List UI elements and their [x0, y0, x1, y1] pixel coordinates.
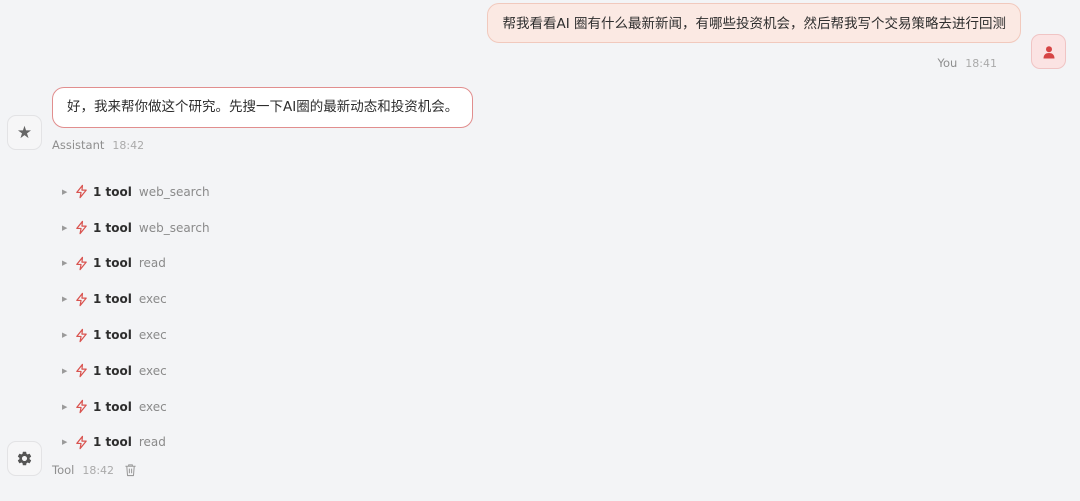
expand-caret-icon[interactable]: ▶ [62, 367, 74, 375]
lightning-icon [76, 364, 87, 378]
tool-call-row[interactable]: ▶ 1 tool read [62, 425, 210, 461]
user-author: You [937, 56, 958, 70]
lightning-icon [76, 292, 87, 306]
tool-call-row[interactable]: ▶ 1 tool read [62, 246, 210, 282]
expand-caret-icon[interactable]: ▶ [62, 331, 74, 339]
tool-call-list: ▶ 1 tool web_search ▶ 1 tool web_search … [62, 174, 210, 460]
tool-message-meta: Tool 18:42 [52, 463, 137, 477]
tool-avatar [7, 441, 42, 476]
lightning-icon [76, 220, 87, 235]
expand-caret-icon[interactable]: ▶ [62, 259, 74, 267]
lightning-icon [76, 185, 87, 199]
expand-caret-icon[interactable]: ▶ [62, 438, 74, 446]
tool-name: exec [138, 292, 167, 307]
tool-author: Tool [52, 463, 75, 477]
tool-count: 1 tool [93, 256, 132, 271]
assistant-avatar: ★ [7, 115, 42, 150]
tool-count: 1 tool [93, 363, 132, 378]
tool-call-row[interactable]: ▶ 1 tool exec [62, 389, 210, 425]
tool-call-row[interactable]: ▶ 1 tool web_search [62, 210, 210, 246]
tool-count: 1 tool [93, 435, 132, 450]
tool-name: web_search [138, 220, 210, 235]
expand-caret-icon[interactable]: ▶ [62, 188, 74, 196]
tool-call-row[interactable]: ▶ 1 tool exec [62, 317, 210, 353]
user-timestamp: 18:41 [965, 57, 997, 70]
tool-call-row[interactable]: ▶ 1 tool exec [62, 353, 210, 389]
tool-name: read [138, 256, 166, 271]
user-message-text: 帮我看看AI 圈有什么最新新闻，有哪些投资机会，然后帮我写个交易策略去进行回测 [502, 16, 1006, 32]
lightning-icon [76, 399, 87, 414]
tool-name: exec [138, 399, 167, 414]
tool-call-row[interactable]: ▶ 1 tool web_search [62, 174, 210, 210]
lightning-icon [76, 328, 87, 342]
assistant-message-meta: Assistant 18:42 [52, 138, 144, 152]
user-message-bubble: 帮我看看AI 圈有什么最新新闻，有哪些投资机会，然后帮我写个交易策略去进行回测 [487, 3, 1021, 43]
tool-count: 1 tool [93, 184, 132, 199]
tool-name: read [138, 435, 166, 450]
user-avatar [1031, 34, 1066, 69]
tool-name: web_search [138, 184, 210, 199]
user-icon [1043, 45, 1054, 58]
tool-name: exec [138, 328, 167, 343]
star-icon: ★ [16, 122, 33, 143]
assistant-message-text: 好，我来帮你做这个研究。先搜一下AI圈的最新动态和投资机会。 [67, 99, 459, 115]
expand-caret-icon[interactable]: ▶ [62, 403, 74, 411]
tool-count: 1 tool [93, 399, 132, 414]
tool-timestamp: 18:42 [82, 463, 115, 477]
user-message-meta: You 18:41 [937, 56, 997, 70]
lightning-icon [76, 256, 87, 271]
assistant-timestamp: 18:42 [112, 139, 145, 152]
tool-count: 1 tool [93, 328, 132, 343]
assistant-message-bubble: 好，我来帮你做这个研究。先搜一下AI圈的最新动态和投资机会。 [52, 87, 474, 128]
trash-icon[interactable] [124, 463, 137, 477]
tool-call-row[interactable]: ▶ 1 tool exec [62, 281, 210, 317]
tool-count: 1 tool [93, 292, 132, 307]
tool-name: exec [138, 363, 167, 378]
expand-caret-icon[interactable]: ▶ [62, 295, 74, 303]
gear-icon [17, 451, 32, 466]
assistant-author: Assistant [52, 138, 105, 152]
expand-caret-icon[interactable]: ▶ [62, 224, 74, 232]
tool-count: 1 tool [93, 220, 132, 235]
lightning-icon [76, 435, 87, 450]
